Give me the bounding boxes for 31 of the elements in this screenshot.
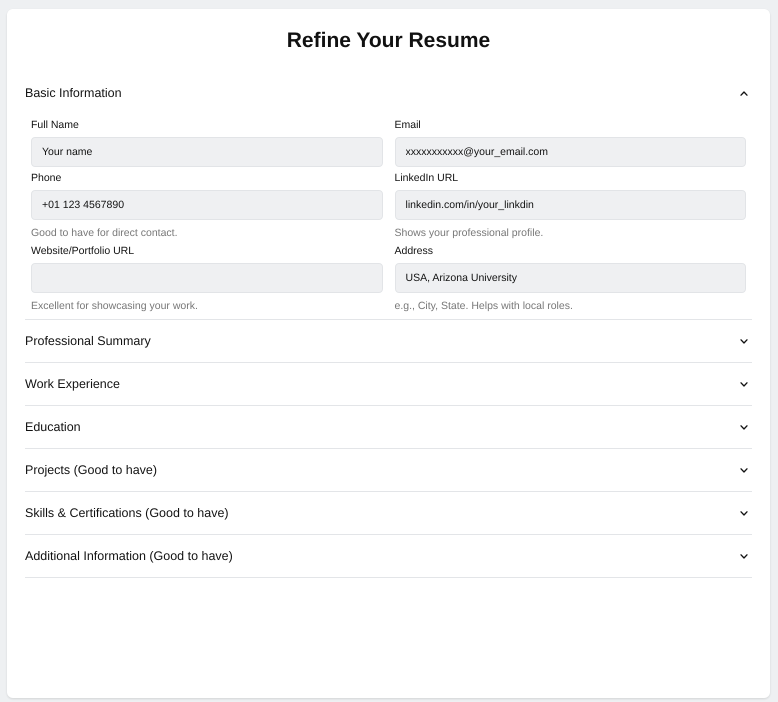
field-hint: Excellent for showcasing your work.: [31, 299, 198, 313]
chevron-icon: [740, 468, 748, 472]
section-header[interactable]: Professional Summary: [25, 320, 752, 362]
section-header[interactable]: Work Experience: [25, 363, 752, 405]
input-field[interactable]: +01 123 4567890: [31, 190, 382, 220]
field-hint: e.g., City, State. Helps with local roles.: [394, 299, 573, 313]
chevron-icon: [740, 424, 748, 430]
field-hint: Shows your professional profile.: [394, 226, 544, 240]
field-hint: Good to have for direct contact.: [31, 226, 178, 240]
chevron-icon: [740, 338, 748, 344]
section-header[interactable]: Basic Information: [25, 72, 752, 114]
input-field[interactable]: linkedin.com/in/your_linkdin: [394, 190, 746, 220]
chevron-icon: [740, 90, 748, 96]
field-label: Phone: [31, 171, 62, 185]
input-field[interactable]: xxxxxxxxxxx@your_email.com: [394, 137, 746, 167]
field-label: Address: [394, 244, 434, 258]
field-label: LinkedIn URL: [394, 171, 458, 185]
field-label: Full Name: [31, 118, 79, 132]
section-header[interactable]: Skills & Certifications (Good to have): [25, 492, 752, 534]
section-header[interactable]: Additional Information (Good to have): [25, 535, 752, 577]
page-title: Refine Your Resume: [286, 28, 492, 54]
chevron-icon: [740, 510, 748, 516]
field-label: Website/Portfolio URL: [31, 244, 134, 258]
input-field[interactable]: [31, 263, 382, 293]
section-header[interactable]: Education: [25, 406, 752, 448]
chevron-icon: [740, 382, 748, 386]
chevron-icon: [740, 554, 748, 558]
section-header[interactable]: Projects (Good to have): [25, 449, 752, 491]
input-field[interactable]: USA, Arizona University: [394, 263, 746, 293]
field-label: Email: [394, 118, 421, 132]
input-field[interactable]: Your name: [31, 137, 382, 167]
